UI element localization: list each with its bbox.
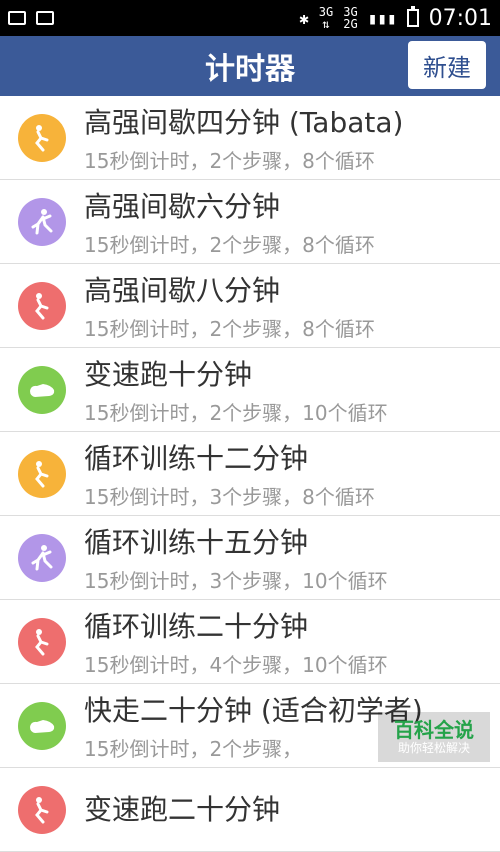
- network-3g-indicator: 3G ⇅: [319, 6, 333, 30]
- list-item-subtitle: 15秒倒计时，3个步骤，8个循环: [84, 485, 375, 509]
- list-item-title: 高强间歇四分钟 (Tabata): [84, 106, 404, 139]
- list-item-text: 循环训练十二分钟 15秒倒计时，3个步骤，8个循环: [84, 437, 375, 510]
- app-header: 计时器 新建: [0, 36, 500, 96]
- network-2g-indicator: 3G 2G: [343, 6, 357, 30]
- network-label-bottom: 2G: [343, 17, 358, 31]
- battery-icon: [406, 6, 419, 27]
- message-notification-icon: [36, 11, 54, 25]
- list-item-subtitle: 15秒倒计时，3个步骤，10个循环: [84, 569, 388, 593]
- list-item-subtitle: 15秒倒计时，4个步骤，10个循环: [84, 653, 388, 677]
- watermark-title: 百科全说: [394, 718, 474, 742]
- kick-icon: [18, 197, 66, 246]
- hiit-icon: [18, 449, 66, 498]
- shoe-icon: [18, 365, 66, 414]
- list-item[interactable]: 循环训练十二分钟 15秒倒计时，3个步骤，8个循环: [0, 432, 500, 516]
- shoe-icon: [18, 701, 66, 750]
- signal-icon: ▮▮▮: [367, 8, 397, 28]
- list-item-title: 变速跑二十分钟: [84, 792, 281, 826]
- list-item-title: 高强间歇八分钟: [84, 274, 281, 307]
- list-item-text: 高强间歇八分钟 15秒倒计时，2个步骤，8个循环: [84, 269, 375, 342]
- list-item-subtitle: 15秒倒计时，2个步骤，: [84, 737, 303, 761]
- status-left: [8, 11, 54, 25]
- list-item-text: 变速跑十分钟 15秒倒计时，2个步骤，10个循环: [84, 353, 388, 426]
- hiit-icon: [18, 113, 66, 162]
- hiit-icon: [18, 785, 66, 834]
- list-item-title: 循环训练十二分钟: [84, 442, 309, 475]
- list-item-title: 循环训练十五分钟: [84, 526, 309, 559]
- list-item[interactable]: 循环训练二十分钟 15秒倒计时，4个步骤，10个循环: [0, 600, 500, 684]
- watermark: 百科全说 助你轻松解决: [378, 712, 490, 762]
- list-item-title: 快走二十分钟 (适合初学者): [84, 694, 423, 727]
- list-item-text: 高强间歇六分钟 15秒倒计时，2个步骤，8个循环: [84, 185, 375, 258]
- list-item[interactable]: 高强间歇四分钟 (Tabata) 15秒倒计时，2个步骤，8个循环: [0, 96, 500, 180]
- image-notification-icon: [8, 11, 26, 25]
- list-item-text: 循环训练十五分钟 15秒倒计时，3个步骤，10个循环: [84, 521, 388, 594]
- list-item-text: 高强间歇四分钟 (Tabata) 15秒倒计时，2个步骤，8个循环: [84, 101, 403, 174]
- clock: 07:01: [428, 5, 492, 31]
- list-item-subtitle: 15秒倒计时，2个步骤，8个循环: [84, 233, 375, 257]
- bluetooth-icon: ✱: [299, 8, 309, 28]
- list-item-title: 高强间歇六分钟: [84, 190, 281, 223]
- status-right: ✱ 3G ⇅ 3G 2G ▮▮▮ 07:01: [299, 6, 492, 31]
- new-timer-button[interactable]: 新建: [408, 41, 486, 89]
- list-item-text: 循环训练二十分钟 15秒倒计时，4个步骤，10个循环: [84, 605, 388, 678]
- list-item[interactable]: 变速跑十分钟 15秒倒计时，2个步骤，10个循环: [0, 348, 500, 432]
- list-item-title: 循环训练二十分钟: [84, 610, 309, 643]
- hiit-icon: [18, 281, 66, 330]
- page-title: 计时器: [205, 52, 295, 87]
- list-item-subtitle: 15秒倒计时，2个步骤，10个循环: [84, 401, 388, 425]
- list-item-subtitle: 15秒倒计时，2个步骤，8个循环: [84, 317, 375, 341]
- data-arrows-icon: ⇅: [322, 17, 330, 31]
- list-item[interactable]: 变速跑二十分钟: [0, 768, 500, 852]
- list-item[interactable]: 循环训练十五分钟 15秒倒计时，3个步骤，10个循环: [0, 516, 500, 600]
- watermark-subtitle: 助你轻松解决: [397, 741, 470, 755]
- kick-icon: [18, 533, 66, 582]
- hiit-icon: [18, 617, 66, 666]
- list-item-text: 变速跑二十分钟: [84, 788, 280, 832]
- list-item-subtitle: 15秒倒计时，2个步骤，8个循环: [84, 149, 375, 173]
- list-item-title: 变速跑十分钟: [84, 358, 253, 391]
- status-bar: ✱ 3G ⇅ 3G 2G ▮▮▮ 07:01: [0, 0, 500, 36]
- list-item[interactable]: 高强间歇六分钟 15秒倒计时，2个步骤，8个循环: [0, 180, 500, 264]
- list-item[interactable]: 高强间歇八分钟 15秒倒计时，2个步骤，8个循环: [0, 264, 500, 348]
- list-item-text: 快走二十分钟 (适合初学者) 15秒倒计时，2个步骤，: [84, 689, 423, 762]
